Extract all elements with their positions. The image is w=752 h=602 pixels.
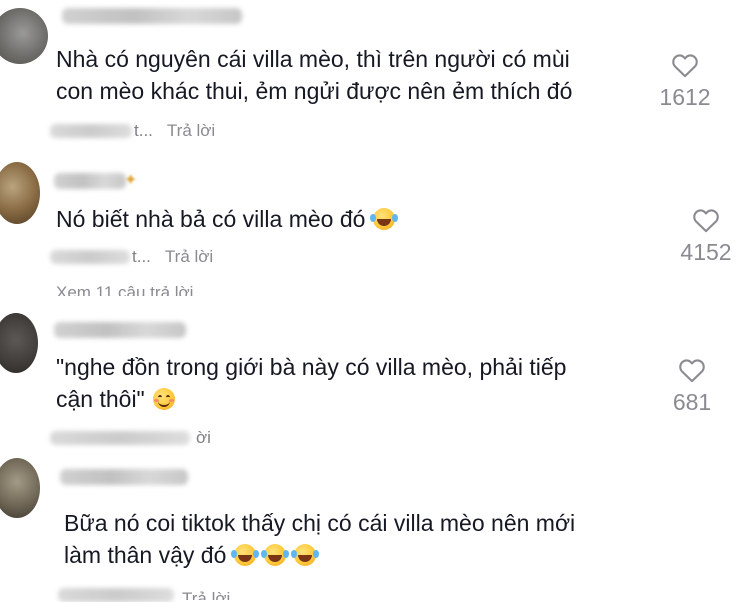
heart-outline-icon: [679, 359, 705, 383]
comment-text-content: Bữa nó coi tiktok thấy chị có cái villa …: [64, 510, 576, 568]
timestamp-blurred: [50, 124, 132, 138]
username-blurred[interactable]: [60, 469, 188, 485]
comment-text-content: Nó biết nhà bả có villa mèo đó: [56, 206, 366, 232]
reply-button[interactable]: Trả lời: [167, 121, 215, 140]
view-replies-label: Xem 11 câu trả lời: [56, 286, 194, 296]
comment-text: Nhà có nguyên cái villa mèo, thì trên ng…: [56, 46, 573, 104]
comment-meta: t... Trả lời: [134, 121, 215, 141]
like-button[interactable]: 4152: [676, 207, 736, 266]
like-count: 681: [672, 389, 712, 415]
timestamp-blurred: [50, 250, 130, 264]
username-emoji: ✦: [124, 172, 138, 189]
meta-tail: t...: [134, 121, 153, 140]
comment-text-content: "nghe đồn trong giới bà này có villa mèo…: [56, 354, 567, 412]
avatar[interactable]: [0, 458, 40, 518]
comment-text: Nó biết nhà bả có villa mèo đó: [56, 203, 396, 235]
comment-meta: ời: [196, 428, 211, 448]
rolling-on-floor-laughing-emoji: [291, 544, 317, 566]
reply-button[interactable]: Trả lời: [182, 588, 230, 600]
timestamp-blurred: [50, 431, 190, 445]
heart-outline-icon: [693, 209, 719, 233]
rolling-on-floor-laughing-emoji: [231, 544, 257, 566]
rolling-on-floor-laughing-emoji: [261, 544, 287, 566]
avatar[interactable]: [0, 313, 38, 373]
reply-button[interactable]: Trả lời: [165, 247, 213, 266]
comment-text: "nghe đồn trong giới bà này có villa mèo…: [56, 351, 566, 415]
rolling-on-floor-laughing-emoji: [370, 208, 396, 230]
heart-outline-icon: [672, 54, 698, 78]
username-blurred[interactable]: [54, 173, 126, 189]
like-count: 1612: [659, 84, 711, 110]
like-count: 4152: [680, 239, 732, 265]
avatar[interactable]: [0, 8, 48, 64]
smiling-face-with-smiling-eyes-emoji: [152, 388, 175, 410]
like-button[interactable]: 681: [662, 357, 722, 416]
view-replies-link[interactable]: Xem 11 câu trả lời: [56, 286, 193, 296]
username-blurred[interactable]: [54, 322, 186, 338]
avatar[interactable]: [0, 162, 40, 224]
comment-meta: t... Trả lời: [132, 247, 213, 267]
meta-tail[interactable]: ời: [196, 428, 211, 447]
like-button[interactable]: 1612: [655, 52, 715, 111]
comments-screen: { "comments": [ { "text": "Nhà có nguyên…: [0, 0, 752, 602]
meta-tail: t...: [132, 247, 151, 266]
comment-text: Bữa nó coi tiktok thấy chị có cái villa …: [64, 507, 575, 571]
username-blurred[interactable]: [62, 8, 242, 24]
